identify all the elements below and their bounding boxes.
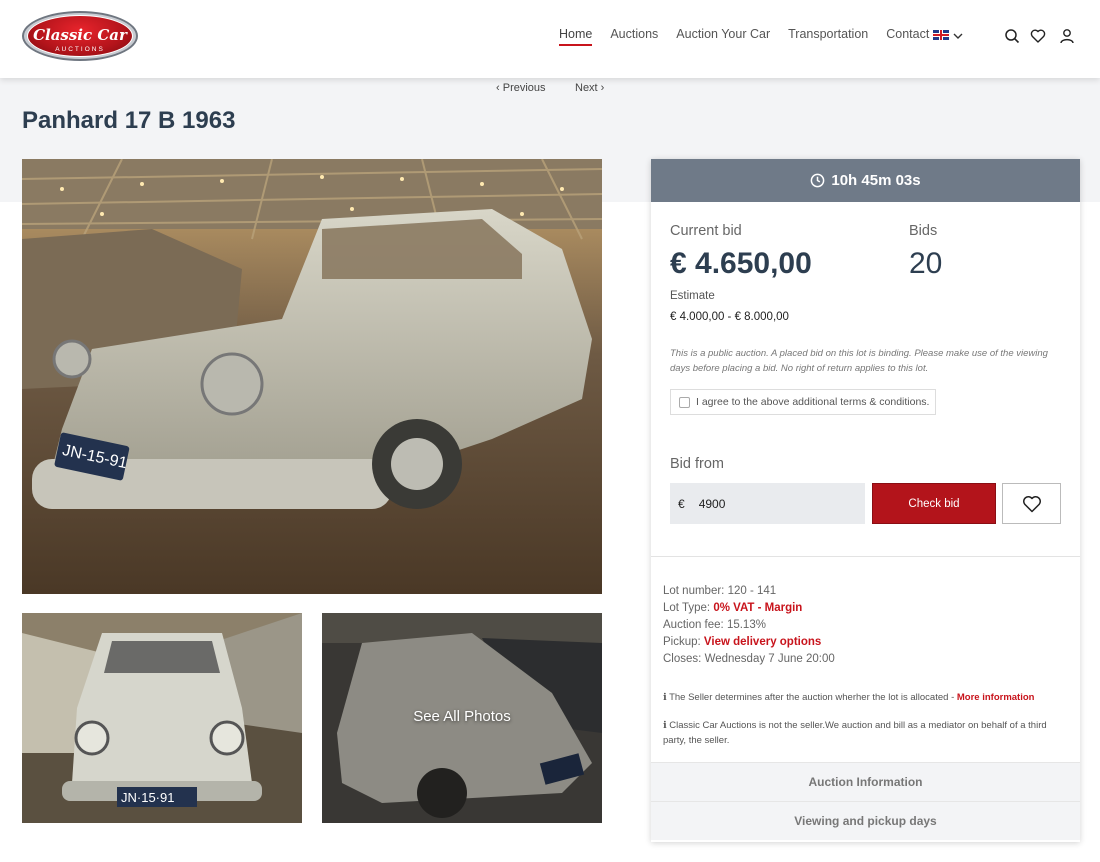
bid-amount-value[interactable]: 4900 (699, 497, 726, 511)
viewing-pickup-days-accordion[interactable]: Viewing and pickup days (651, 801, 1080, 840)
estimate-label: Estimate (670, 290, 715, 302)
nav-auctions[interactable]: Auctions (610, 27, 658, 46)
closes-row: Closes: Wednesday 7 June 20:00 (663, 653, 835, 665)
bids-count: 20 (909, 247, 943, 280)
site-logo[interactable]: Classic Car AUCTIONS (22, 11, 138, 61)
nav-contact[interactable]: Contact (886, 27, 929, 46)
lot-type-label: Lot Type: (663, 602, 711, 614)
auction-information-accordion[interactable]: Auction Information (651, 762, 1080, 801)
delivery-options-link[interactable]: View delivery options (704, 636, 821, 648)
chevron-left-icon: ‹ (496, 82, 503, 94)
check-bid-button[interactable]: Check bid (872, 483, 996, 524)
nav-home[interactable]: Home (559, 27, 593, 46)
lot-number-label: Lot number: (663, 585, 725, 597)
nav-transportation[interactable]: Transportation (788, 27, 868, 46)
pickup-label: Pickup: (663, 636, 701, 648)
logo-text: Classic Car (33, 26, 127, 44)
lot-number-value: 120 - 141 (727, 585, 777, 597)
heart-icon (1022, 495, 1041, 512)
currency-symbol: € (678, 496, 685, 511)
lot-type-row: Lot Type: 0% VAT - Margin (663, 602, 802, 614)
nav-auction-your-car[interactable]: Auction Your Car (676, 27, 770, 46)
main-photo[interactable]: JN-15-91 (22, 159, 602, 594)
allocation-note-text: The Seller determines after the auction … (669, 692, 955, 703)
current-bid-label: Current bid (670, 223, 742, 239)
heart-icon[interactable] (1030, 28, 1046, 44)
next-link[interactable]: Next › (575, 82, 604, 94)
see-all-photos-label: See All Photos (413, 708, 511, 725)
bid-from-label: Bid from (670, 456, 724, 472)
site-header: Classic Car AUCTIONS Home Auctions Aucti… (0, 0, 1100, 78)
clock-icon (811, 173, 825, 188)
allocation-note: ℹ The Seller determines after the auctio… (663, 690, 1063, 705)
uk-flag-icon[interactable] (933, 30, 949, 40)
terms-checkbox[interactable]: I agree to the above additional terms & … (670, 389, 936, 415)
countdown-timer: 10h 45m 03s (651, 159, 1080, 202)
watchlist-button[interactable] (1002, 483, 1061, 524)
mediator-note: ℹ Classic Car Auctions is not the seller… (663, 718, 1063, 748)
lot-title: Panhard 17 B 1963 (22, 107, 236, 134)
closes-label: Closes: (663, 653, 702, 665)
closes-value: Wednesday 7 June 20:00 (704, 653, 835, 665)
main-nav: Home Auctions Auction Your Car Transport… (559, 27, 947, 46)
bid-amount-input[interactable]: € 4900 (670, 483, 865, 524)
logo-subtext: AUCTIONS (55, 46, 105, 53)
bids-label: Bids (909, 223, 938, 239)
lot-number-row: Lot number: 120 - 141 (663, 585, 776, 597)
next-label: Next (575, 82, 598, 94)
see-all-photos-tile[interactable]: See All Photos (322, 613, 602, 823)
auction-fee-row: Auction fee: 15.13% (663, 619, 766, 631)
timer-value: 10h 45m 03s (831, 172, 921, 189)
terms-label: I agree to the above additional terms & … (696, 396, 930, 408)
svg-text:JN·15·91: JN·15·91 (121, 790, 174, 805)
thumbnail-photo-front[interactable]: JN·15·91 (22, 613, 302, 823)
checkbox-box[interactable] (679, 396, 690, 408)
auction-fee-value: 15.13% (726, 619, 766, 631)
auction-fee-label: Auction fee: (663, 619, 724, 631)
logo-badge: Classic Car AUCTIONS (27, 15, 133, 57)
search-icon[interactable] (1004, 28, 1020, 44)
chevron-right-icon: › (597, 82, 605, 94)
previous-label: Previous (502, 82, 546, 94)
mediator-note-text: Classic Car Auctions is not the seller.W… (663, 720, 1047, 746)
more-information-link[interactable]: More information (957, 692, 1035, 703)
estimate-value: € 4.000,00 - € 8.000,00 (670, 311, 789, 323)
pickup-row: Pickup: View delivery options (663, 636, 821, 648)
section-divider (651, 556, 1080, 557)
lot-type-value: 0% VAT - Margin (713, 602, 803, 614)
bid-panel: 10h 45m 03s Current bid € 4.650,00 Bids … (651, 159, 1080, 842)
previous-link[interactable]: ‹ Previous (496, 82, 546, 94)
user-icon[interactable] (1059, 28, 1075, 44)
chevron-down-icon[interactable] (953, 31, 963, 41)
binding-notice: This is a public auction. A placed bid o… (670, 348, 1048, 374)
current-bid-value: € 4.650,00 (670, 247, 812, 280)
